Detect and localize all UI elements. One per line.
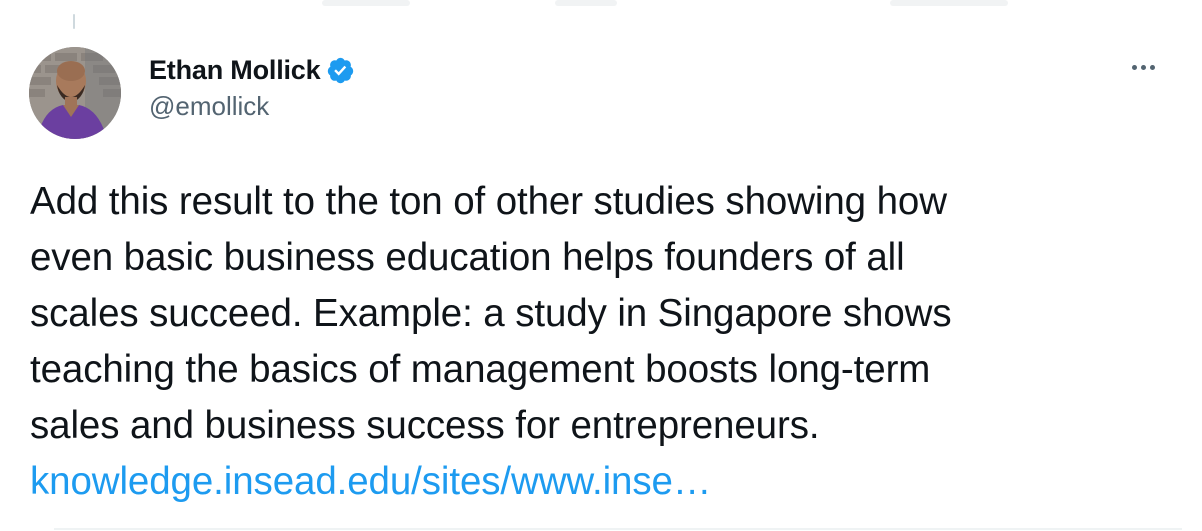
verified-badge-icon — [328, 57, 354, 83]
avatar[interactable] — [29, 47, 121, 139]
top-fade-bar-1 — [322, 0, 410, 6]
author-name-row: Ethan Mollick — [149, 52, 355, 88]
tweet-text-line: Add this result to the ton of other stud… — [30, 180, 947, 223]
more-dot — [1140, 64, 1146, 70]
more-dot — [1131, 64, 1137, 70]
tweet-text-line: scales succeed. Example: a study in Sing… — [30, 292, 952, 335]
thread-connector-line — [73, 14, 75, 29]
tweet-body: Add this result to the ton of other stud… — [30, 174, 1180, 510]
tweet-text-line: even basic business education helps foun… — [30, 236, 905, 279]
more-dot — [1149, 64, 1155, 70]
tweet-link[interactable]: knowledge.insead.edu/sites/www.inse… — [30, 454, 1180, 510]
avatar-photo — [29, 47, 121, 139]
top-fade-bar-2 — [555, 0, 617, 6]
author-display-name[interactable]: Ethan Mollick — [149, 55, 321, 86]
tweet-text-line: teaching the basics of management boosts… — [30, 348, 931, 391]
tweet-text-line: sales and business success for entrepren… — [30, 404, 820, 447]
author-handle[interactable]: @emollick — [149, 91, 269, 122]
top-fade-bar-3 — [890, 0, 1008, 6]
bottom-divider — [54, 528, 1182, 530]
more-options-icon[interactable] — [1121, 54, 1165, 80]
